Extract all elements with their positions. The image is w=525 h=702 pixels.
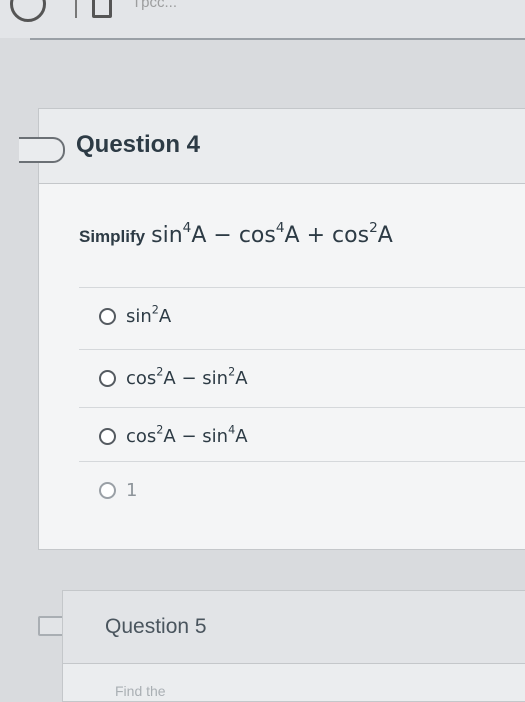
circle-icon[interactable]: [10, 0, 46, 22]
radio-button[interactable]: [99, 481, 116, 499]
question-preview-text: Find the: [115, 683, 166, 699]
answer-label: cos2A − sin2A: [126, 365, 248, 389]
flag-question-icon[interactable]: [38, 616, 64, 636]
question-header: Question 5: [63, 591, 525, 664]
answer-label: cos2A − sin4A: [126, 423, 248, 447]
question-header: Question 4: [39, 109, 525, 184]
question-card-5: Question 5 Find the: [62, 590, 525, 702]
question-title: Question 5: [105, 615, 207, 638]
answer-option-1[interactable]: sin2A: [79, 287, 525, 344]
question-title: Question 4: [76, 131, 201, 158]
answer-label: 1: [126, 479, 138, 501]
flag-question-icon[interactable]: [19, 137, 65, 163]
question-card-4: Question 4 Simplify sin4A − cos4A + cos2…: [19, 108, 525, 550]
radio-button[interactable]: [99, 307, 116, 325]
prompt-expression: sin4A − cos4A + cos2A: [151, 219, 393, 248]
tab-square-icon[interactable]: [92, 0, 112, 18]
answer-option-4[interactable]: 1: [79, 461, 525, 518]
radio-button[interactable]: [99, 369, 116, 387]
answer-label: sin2A: [126, 303, 172, 327]
toolbar-divider: [75, 0, 77, 18]
browser-toolbar: Tpcc...: [0, 0, 525, 38]
answer-option-3[interactable]: cos2A − sin4A: [79, 407, 525, 464]
question-prompt: Simplify sin4A − cos4A + cos2A: [79, 219, 393, 248]
prompt-label: Simplify: [79, 227, 146, 246]
browser-tab-text[interactable]: Tpcc...: [132, 0, 177, 11]
radio-button[interactable]: [99, 427, 116, 445]
divider-line: [30, 38, 525, 40]
answer-option-2[interactable]: cos2A − sin2A: [79, 349, 525, 406]
